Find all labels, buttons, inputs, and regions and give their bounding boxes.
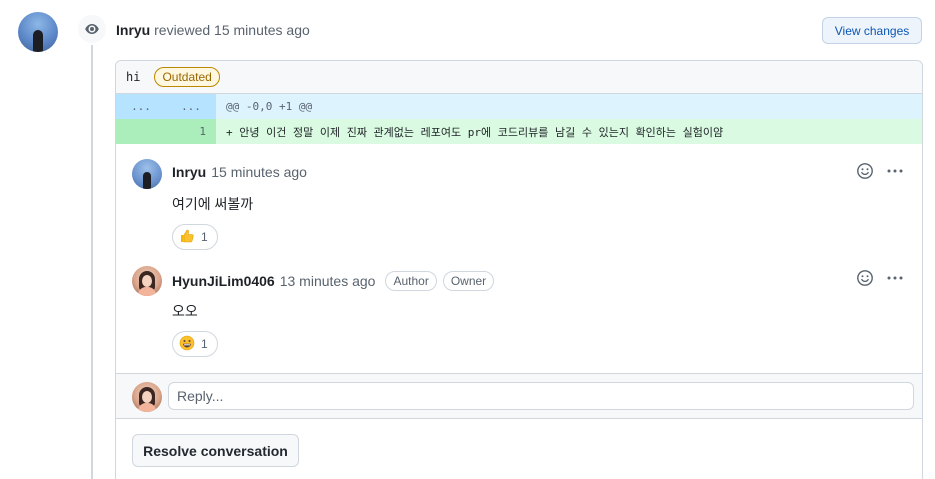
hunk-left-num[interactable]: ... xyxy=(116,94,166,119)
reply-avatar xyxy=(132,382,162,412)
comment-header: HyunJiLim0406 13 minutes ago Author Owne… xyxy=(172,271,495,291)
comment-item: Inryu 15 minutes ago 여기에 써볼까 1 xyxy=(116,144,922,254)
reaction-count: 1 xyxy=(201,337,208,351)
added-line-code: + 안녕 이건 정말 이제 진짜 관계없는 레포여도 pr에 코드리뷰를 남길 … xyxy=(226,125,724,139)
resolve-conversation-button[interactable]: Resolve conversation xyxy=(132,434,299,467)
reply-input[interactable] xyxy=(168,382,914,410)
timeline-line xyxy=(91,45,93,479)
more-options-icon[interactable] xyxy=(886,269,904,290)
more-options-icon[interactable] xyxy=(886,162,904,183)
comment-body: 여기에 써볼까 xyxy=(172,196,254,212)
add-reaction-icon[interactable] xyxy=(856,162,874,183)
reviewer-avatar[interactable] xyxy=(18,12,58,52)
comment-actions xyxy=(856,162,904,183)
diff-hunk-row: ... ... @@ -0,0 +1 @@ xyxy=(116,94,922,119)
comment-author[interactable]: HyunJiLim0406 xyxy=(172,273,275,289)
comment-header: Inryu 15 minutes ago xyxy=(172,164,307,180)
comment-avatar[interactable] xyxy=(132,159,162,189)
added-left-num xyxy=(116,119,166,144)
review-thread: hi Outdated ... ... @@ -0,0 +1 @@ 1 + 안녕… xyxy=(115,60,923,479)
eye-icon xyxy=(78,15,106,43)
reaction-button[interactable]: 1 xyxy=(172,224,218,250)
comment-time[interactable]: 15 minutes ago xyxy=(211,164,307,180)
reaction-count: 1 xyxy=(201,230,208,244)
hunk-right-num[interactable]: ... xyxy=(166,94,216,119)
comment-avatar[interactable] xyxy=(132,266,162,296)
outdated-badge: Outdated xyxy=(154,67,220,87)
comment-item: HyunJiLim0406 13 minutes ago Author Owne… xyxy=(116,251,922,361)
owner-badge: Owner xyxy=(442,271,495,291)
diff-added-row: 1 + 안녕 이건 정말 이제 진짜 관계없는 레포여도 pr에 코드리뷰를 남… xyxy=(116,119,922,144)
add-reaction-icon[interactable] xyxy=(856,269,874,290)
file-name[interactable]: hi xyxy=(126,70,140,84)
comment-author[interactable]: Inryu xyxy=(172,164,206,180)
reply-bar xyxy=(116,373,922,419)
comment-time[interactable]: 13 minutes ago xyxy=(280,273,376,289)
reviewer-name[interactable]: Inryu xyxy=(116,22,150,38)
comment-actions xyxy=(856,269,904,290)
author-badge: Author xyxy=(385,271,437,291)
review-time[interactable]: 15 minutes ago xyxy=(214,22,310,38)
comment-body: 오오 xyxy=(172,303,198,319)
hunk-header: @@ -0,0 +1 @@ xyxy=(226,100,313,113)
added-line-num[interactable]: 1 xyxy=(166,119,216,144)
thumbs-up-icon xyxy=(179,228,195,247)
grinning-face-icon xyxy=(179,335,195,354)
file-header: hi Outdated xyxy=(116,61,922,94)
review-header: Inryu reviewed 15 minutes ago xyxy=(116,22,310,38)
reaction-button[interactable]: 1 xyxy=(172,331,218,357)
view-changes-button[interactable]: View changes xyxy=(822,17,922,44)
review-action: reviewed xyxy=(154,22,211,38)
